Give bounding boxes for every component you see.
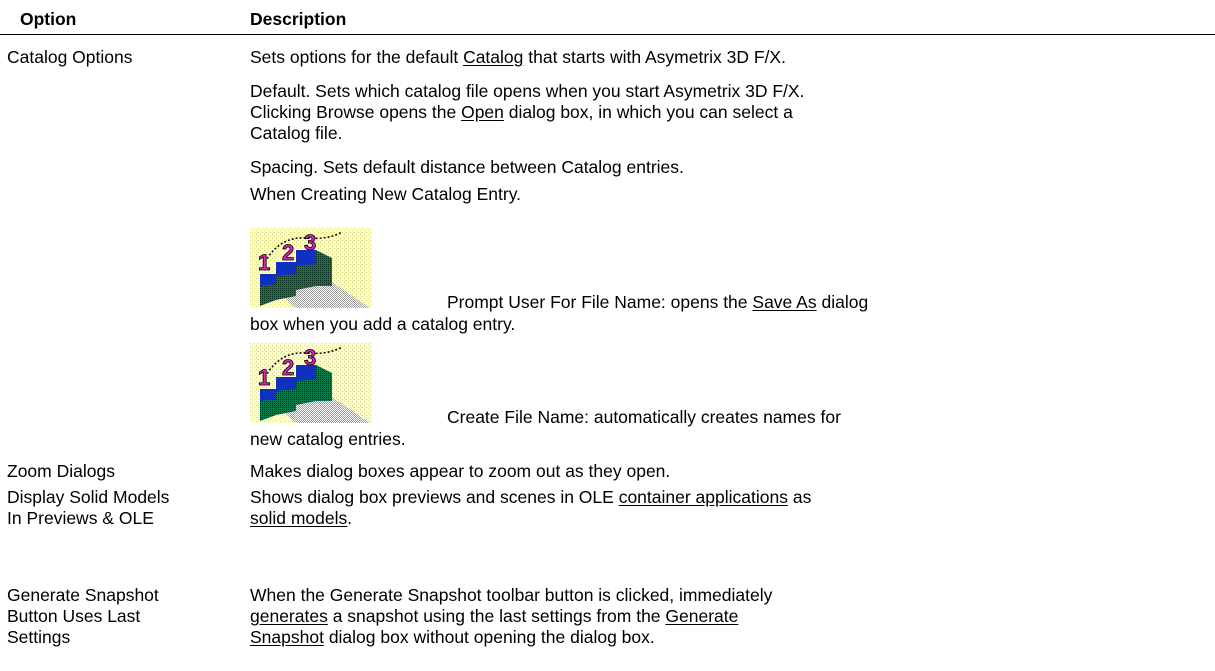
catalog-new-entry-text: When Creating New Catalog Entry. — [250, 184, 522, 204]
prompt-user-line1: Prompt User For File Name: opens the Sav… — [447, 292, 869, 312]
numbered-steps-icon: 1 2 3 — [250, 343, 372, 423]
snapshot-desc-line3: Snapshot dialog box without opening the … — [250, 627, 655, 647]
generate-snapshot-link[interactable]: Generate — [665, 606, 738, 626]
solid-models-link[interactable]: solid models — [250, 508, 347, 528]
numbered-steps-icon: 1 2 3 — [250, 228, 372, 308]
option-catalog-options: Catalog Options — [7, 47, 133, 67]
svg-text:1: 1 — [258, 250, 270, 275]
save-as-link[interactable]: Save As — [752, 292, 816, 312]
catalog-desc-line2: Default. Sets which catalog file opens w… — [250, 81, 805, 101]
open-link[interactable]: Open — [461, 102, 504, 122]
snapshot-desc-line1: When the Generate Snapshot toolbar butto… — [250, 585, 773, 605]
prompt-user-line2: box when you add a catalog entry. — [250, 314, 516, 334]
catalog-desc-line4: Catalog file. — [250, 123, 343, 143]
catalog-link[interactable]: Catalog — [463, 47, 523, 67]
svg-text:3: 3 — [304, 230, 316, 255]
zoom-dialogs-desc: Makes dialog boxes appear to zoom out as… — [250, 461, 671, 481]
svg-text:3: 3 — [304, 345, 316, 370]
generate-snapshot-link-cont[interactable]: Snapshot — [250, 627, 324, 647]
generates-link[interactable]: generates — [250, 606, 328, 626]
create-file-name-line1: Create File Name: automatically creates … — [447, 407, 841, 427]
header-option: Option — [20, 9, 77, 29]
catalog-desc-line3: Clicking Browse opens the Open dialog bo… — [250, 102, 793, 122]
catalog-desc-line1: Sets options for the default Catalog tha… — [250, 47, 786, 67]
header-description: Description — [250, 9, 347, 29]
create-file-name-line2: new catalog entries. — [250, 429, 406, 449]
solid-models-desc-line1: Shows dialog box previews and scenes in … — [250, 487, 812, 507]
snapshot-desc-line2: generates a snapshot using the last sett… — [250, 606, 739, 626]
svg-text:2: 2 — [282, 240, 294, 265]
solid-models-desc-line2: solid models. — [250, 508, 353, 528]
option-generate-snapshot: Generate Snapshot Button Uses Last Setti… — [7, 585, 159, 647]
svg-text:2: 2 — [282, 355, 294, 380]
catalog-spacing-text: Spacing. Sets default distance between C… — [250, 157, 684, 177]
option-display-solid-models: Display Solid Models In Previews & OLE — [7, 487, 170, 528]
option-zoom-dialogs: Zoom Dialogs — [7, 461, 115, 481]
container-applications-link[interactable]: container applications — [619, 487, 788, 507]
svg-text:1: 1 — [258, 365, 270, 390]
header-rule — [0, 34, 1215, 35]
